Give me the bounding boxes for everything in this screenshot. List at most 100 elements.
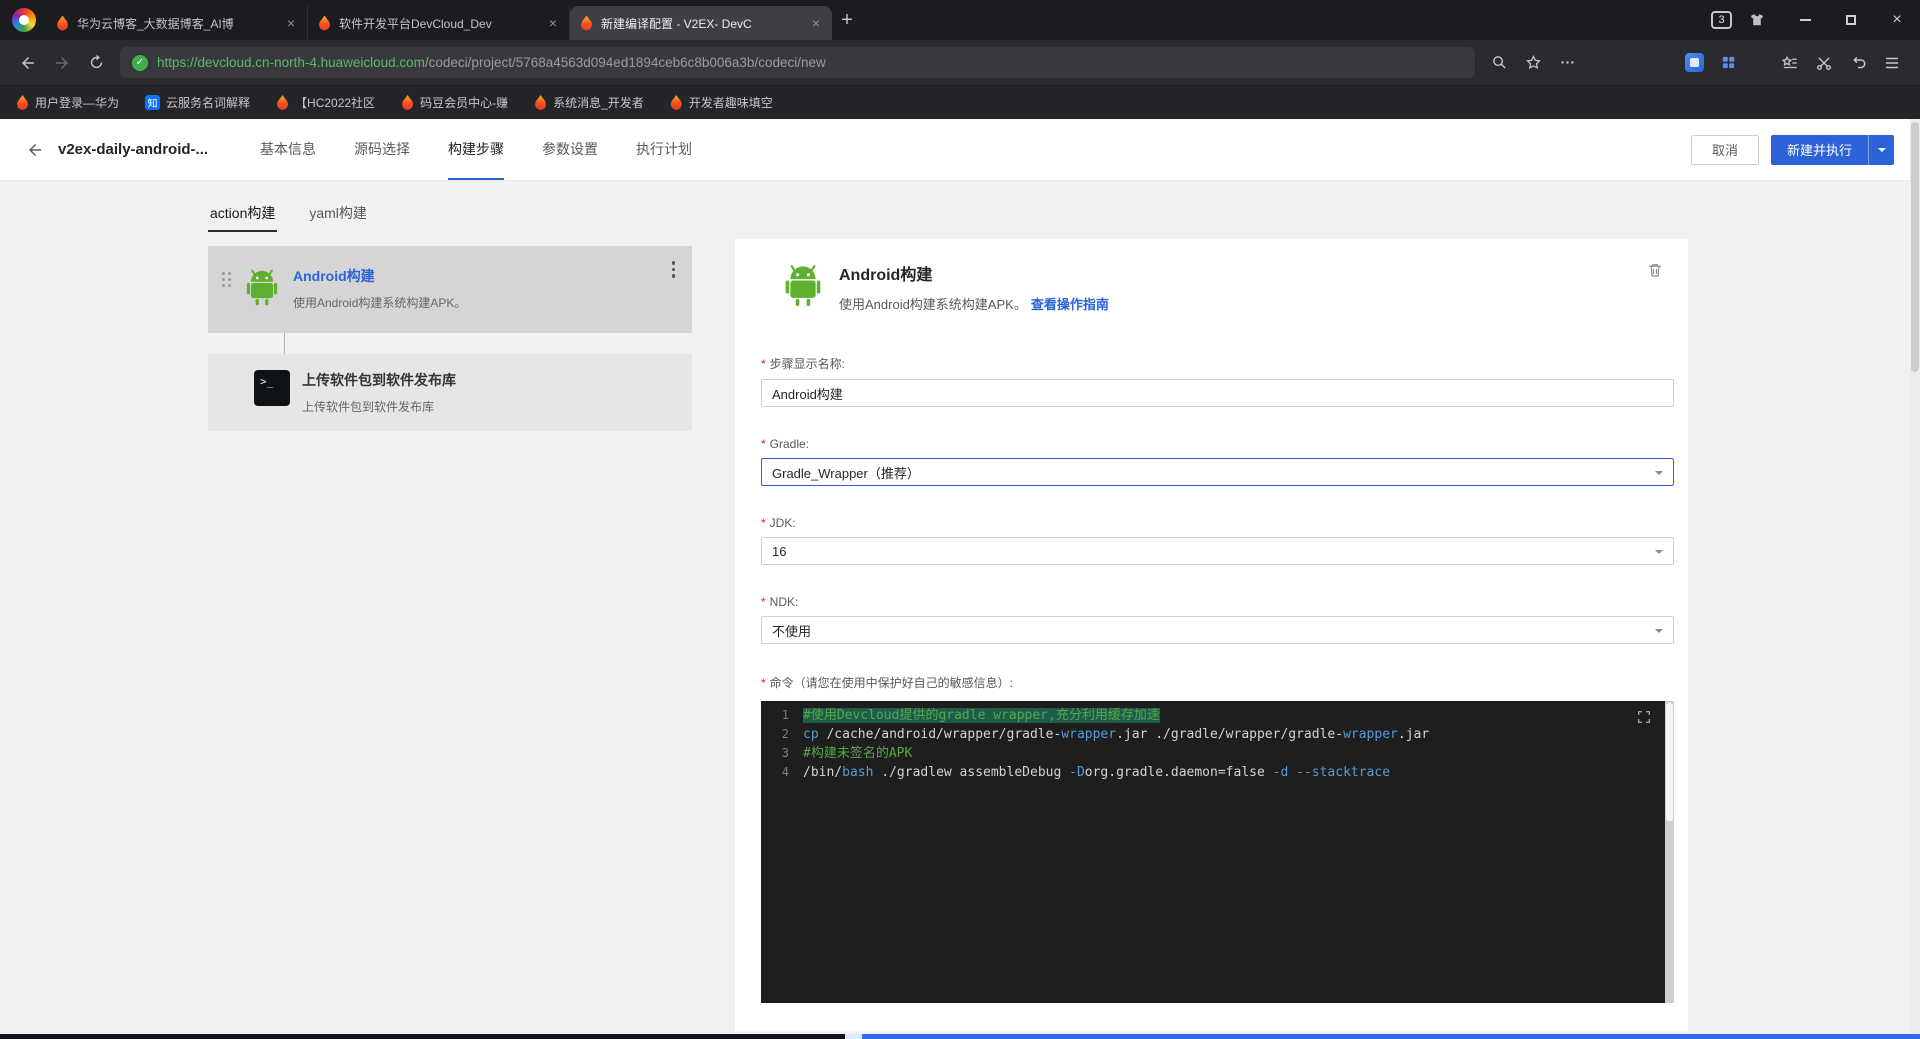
guide-link[interactable]: 查看操作指南 xyxy=(1031,297,1109,312)
browser-tab-bar: 华为云博客_大数据博客_AI博 × 软件开发平台DevCloud_Dev × 新… xyxy=(0,0,1920,40)
favorite-star-icon[interactable] xyxy=(1517,47,1549,79)
chevron-down-icon xyxy=(1655,470,1663,479)
bookmark-item[interactable]: 【HC2022社区 xyxy=(276,94,375,111)
minimize-button[interactable] xyxy=(1782,0,1828,40)
step-card-android[interactable]: Android构建 使用Android构建系统构建APK。 xyxy=(208,246,692,333)
skin-icon[interactable] xyxy=(1748,11,1766,29)
code-lines: 1 #使用Devcloud提供的gradle wrapper,充分利用缓存加速 2 c… xyxy=(761,706,1674,782)
zoom-search-icon[interactable] xyxy=(1483,47,1515,79)
line-number: 1 xyxy=(781,708,789,722)
new-tab-button[interactable]: + xyxy=(832,5,862,35)
page-scrollbar-thumb[interactable] xyxy=(1911,122,1919,372)
maximize-button[interactable] xyxy=(1828,0,1874,40)
line-number: 2 xyxy=(781,727,789,741)
url-domain: https://devcloud.cn-north-4.huaweicloud.… xyxy=(157,55,425,70)
panel-header: Android构建 使用Android构建系统构建APK。 查看操作指南 xyxy=(781,261,1674,313)
create-and-run-button[interactable]: 新建并执行 xyxy=(1770,134,1894,165)
line-text: #构建未签名的APK xyxy=(803,746,913,761)
tab-close-icon[interactable]: × xyxy=(285,14,297,32)
step-title[interactable]: 上传软件包到软件发布库 xyxy=(302,370,456,390)
undo-icon[interactable] xyxy=(1842,47,1874,79)
code-editor[interactable]: 1 #使用Devcloud提供的gradle wrapper,充分利用缓存加速 2 c… xyxy=(761,701,1674,1003)
forward-button[interactable] xyxy=(46,47,78,79)
step-title[interactable]: Android构建 xyxy=(293,266,466,286)
create-dropdown-button[interactable] xyxy=(1868,134,1894,165)
bookmark-label: 开发者趣味填空 xyxy=(688,96,773,110)
code-line[interactable]: 3 #构建未签名的APK xyxy=(761,744,1674,763)
flame-favicon-icon xyxy=(318,15,331,31)
favorites-panel-icon[interactable] xyxy=(1774,47,1806,79)
code-line[interactable]: 1 #使用Devcloud提供的gradle wrapper,充分利用缓存加速 xyxy=(761,706,1674,725)
tab-parameters[interactable]: 参数设置 xyxy=(542,119,598,180)
browser-logo-icon[interactable] xyxy=(12,8,36,32)
bookmarks-bar: 用户登录—华为 知 云服务名词解释 【HC2022社区 码豆会员中心-赚 系统消… xyxy=(0,85,1920,119)
chevron-down-icon xyxy=(1877,148,1886,156)
step-desc: 使用Android构建系统构建APK。 xyxy=(293,296,467,310)
apps-grid-icon[interactable] xyxy=(1712,47,1744,79)
line-number: 3 xyxy=(781,746,789,760)
tab-title: 华为云博客_大数据博客_AI博 xyxy=(77,16,234,31)
bookmark-label: 系统消息_开发者 xyxy=(553,96,644,110)
zhihu-icon: 知 xyxy=(145,95,161,110)
code-line[interactable]: 2 cp /cache/android/wrapper/gradle-wrappe… xyxy=(761,725,1674,744)
required-asterisk: * xyxy=(761,595,766,609)
tab-close-icon[interactable]: × xyxy=(810,14,822,32)
field-command: * 命令（请您在使用中保护好自己的敏感信息）: 1 #使用Devcloud提供的gr… xyxy=(761,674,1674,1003)
bookmark-item[interactable]: 用户登录—华为 xyxy=(16,94,119,111)
bookmark-item[interactable]: 开发者趣味填空 xyxy=(670,94,773,111)
ndk-select-value: 不使用 xyxy=(772,623,812,639)
bookmark-item[interactable]: 码豆会员中心-赚 xyxy=(401,94,508,111)
page-scrollbar[interactable] xyxy=(1910,119,1920,1034)
required-asterisk: * xyxy=(761,357,766,371)
bookmark-item[interactable]: 知 云服务名词解释 xyxy=(145,94,250,111)
required-asterisk: * xyxy=(761,437,766,451)
jdk-select[interactable]: 16 xyxy=(761,537,1674,565)
cancel-button[interactable]: 取消 xyxy=(1690,134,1759,165)
flame-icon xyxy=(16,95,29,110)
tab-schedule[interactable]: 执行计划 xyxy=(636,119,692,180)
tab-basic-info[interactable]: 基本信息 xyxy=(260,119,316,180)
step-desc: 上传软件包到软件发布库 xyxy=(302,400,435,414)
browser-tab-3-active[interactable]: 新建编译配置 - V2EX- DevC × xyxy=(570,6,832,40)
delete-step-button[interactable] xyxy=(1646,261,1664,279)
close-button[interactable]: × xyxy=(1874,0,1920,40)
code-line[interactable]: 4/bin/bash ./gradlew assembleDebug -Dorg… xyxy=(761,763,1674,782)
url-bar[interactable]: ✓ https://devcloud.cn-north-4.huaweiclou… xyxy=(120,47,1475,78)
field-label: * Gradle: xyxy=(761,437,810,451)
secure-check-icon[interactable]: ✓ xyxy=(132,54,148,71)
bookmark-label: 码豆会员中心-赚 xyxy=(420,96,509,110)
drag-handle[interactable] xyxy=(222,272,231,287)
reload-button[interactable] xyxy=(80,47,112,79)
tab-build-steps[interactable]: 构建步骤 xyxy=(448,119,505,180)
step-name-input[interactable] xyxy=(761,379,1674,407)
command-label: * 命令（请您在使用中保护好自己的敏感信息）: xyxy=(761,676,1014,690)
back-button[interactable] xyxy=(12,47,44,79)
step-card-upload[interactable]: >_ 上传软件包到软件发布库 上传软件包到软件发布库 xyxy=(208,354,692,431)
menu-icon[interactable] xyxy=(1876,47,1908,79)
more-icon[interactable] xyxy=(1551,47,1583,79)
bookmark-item[interactable]: 系统消息_开发者 xyxy=(534,94,644,111)
url-text[interactable]: https://devcloud.cn-north-4.huaweicloud.… xyxy=(157,55,826,70)
field-label: * JDK: xyxy=(761,516,796,530)
tab-source-select[interactable]: 源码选择 xyxy=(354,119,410,180)
flame-icon xyxy=(401,95,414,110)
browser-tab-2[interactable]: 软件开发平台DevCloud_Dev × xyxy=(308,6,570,40)
editor-scrollbar[interactable] xyxy=(1665,701,1674,1003)
extension-icon[interactable] xyxy=(1678,47,1710,79)
gradle-select[interactable]: Gradle_Wrapper（推荐） xyxy=(761,458,1674,486)
create-and-run-label[interactable]: 新建并执行 xyxy=(1771,135,1868,165)
field-label: * NDK: xyxy=(761,595,799,609)
ndk-select[interactable]: 不使用 xyxy=(761,616,1674,644)
scissors-icon[interactable] xyxy=(1808,47,1840,79)
tab-close-icon[interactable]: × xyxy=(547,14,559,32)
page-back-button[interactable] xyxy=(26,141,44,159)
fullscreen-expand-icon[interactable] xyxy=(1636,709,1652,725)
line-number: 4 xyxy=(781,765,789,779)
tab-count-badge[interactable]: 3 xyxy=(1711,11,1732,29)
browser-tab-1[interactable]: 华为云博客_大数据博客_AI博 × xyxy=(46,6,308,40)
kebab-menu-icon[interactable] xyxy=(669,258,679,281)
browser-toolbar: ✓ https://devcloud.cn-north-4.huaweiclou… xyxy=(0,40,1920,85)
tab-action-build[interactable]: action构建 xyxy=(208,201,278,232)
editor-scrollbar-thumb[interactable] xyxy=(1666,703,1673,821)
tab-yaml-build[interactable]: yaml构建 xyxy=(307,201,369,232)
